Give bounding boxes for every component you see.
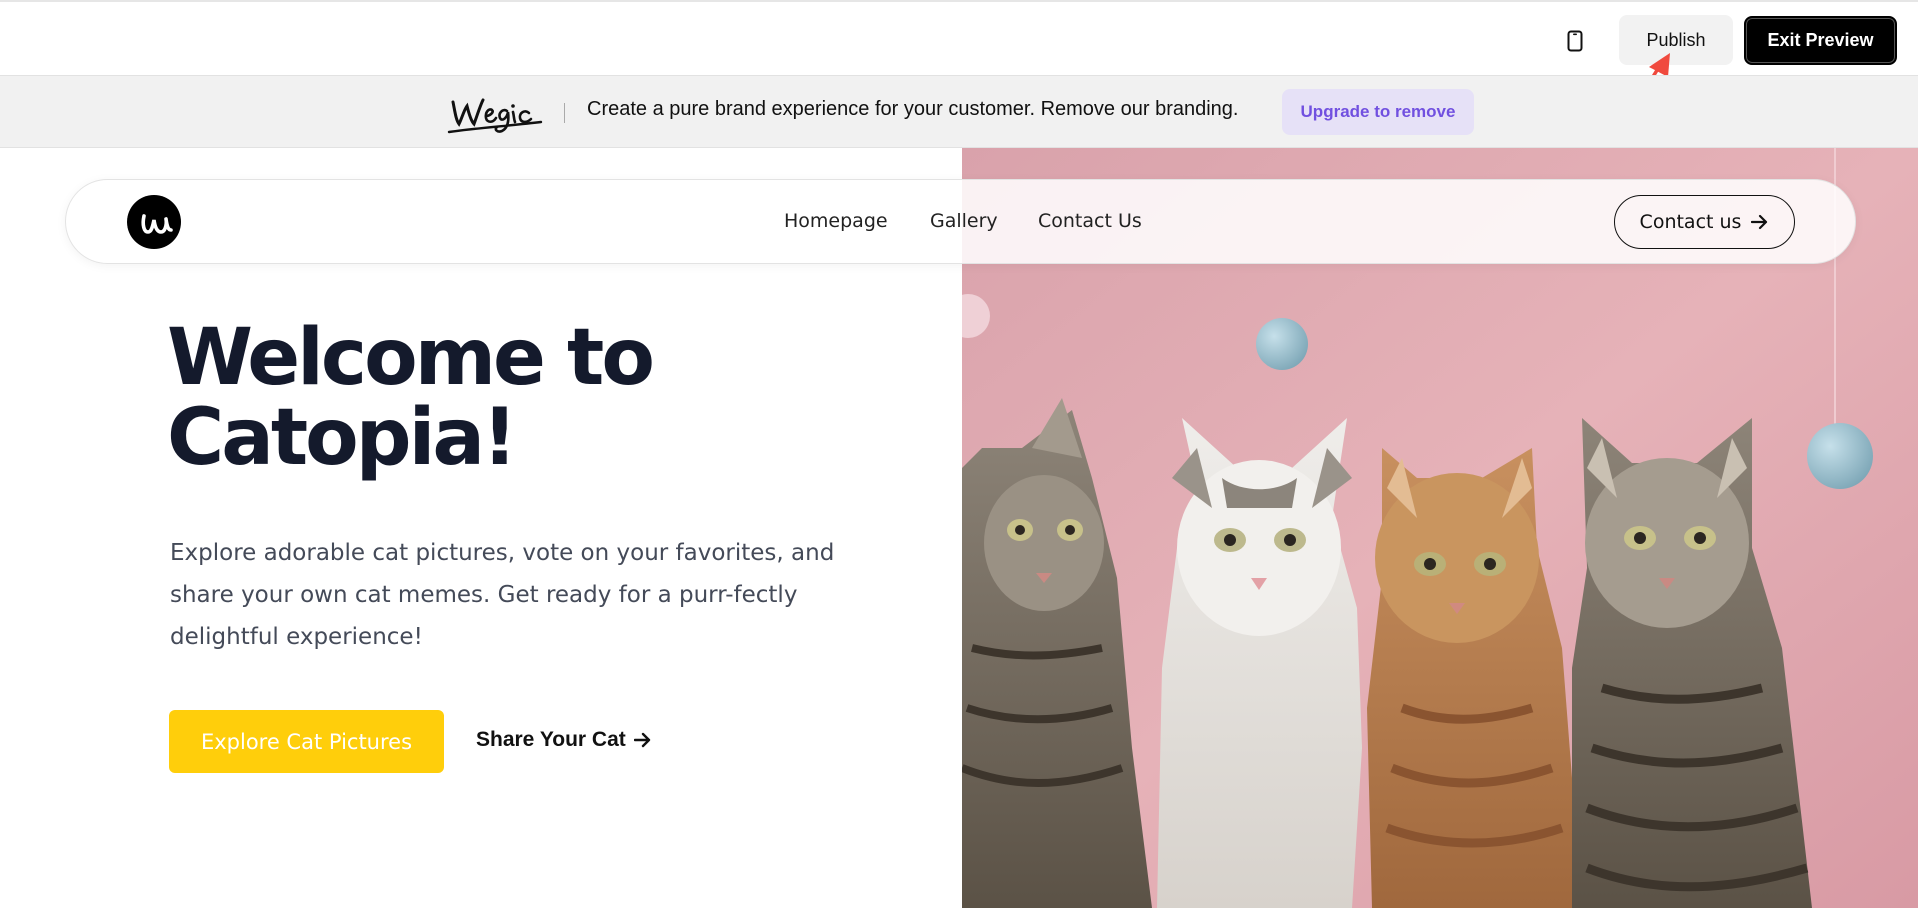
site-logo-icon[interactable]	[127, 195, 181, 249]
nav-link-homepage[interactable]: Homepage	[784, 210, 888, 232]
share-your-cat-label: Share Your Cat	[476, 728, 626, 751]
banner-divider	[564, 103, 565, 123]
hero-description: Explore adorable cat pictures, vote on y…	[170, 540, 835, 650]
wegic-logo-icon	[447, 98, 543, 134]
share-your-cat-link[interactable]: Share Your Cat	[476, 728, 652, 752]
nav-link-gallery[interactable]: Gallery	[930, 210, 998, 232]
contact-us-label: Contact us	[1639, 211, 1742, 233]
upgrade-to-remove-button[interactable]: Upgrade to remove	[1282, 89, 1474, 135]
preview-toolbar: Publish Exit Preview	[0, 0, 1918, 75]
hero-title-line2: Catopia!	[167, 393, 518, 483]
arrow-right-icon	[1751, 214, 1768, 230]
contact-us-button[interactable]: Contact us	[1614, 195, 1795, 249]
branding-message: Create a pure brand experience for your …	[587, 98, 1239, 120]
explore-cat-pictures-button[interactable]: Explore Cat Pictures	[169, 710, 444, 773]
hero-title-line1: Welcome to	[167, 313, 655, 403]
hero-title: Welcome to Catopia!	[167, 318, 927, 478]
publish-button[interactable]: Publish	[1619, 15, 1733, 65]
branding-banner: Create a pure brand experience for your …	[0, 75, 1918, 148]
site-navbar: Homepage Gallery Contact Us Contact us	[65, 179, 1856, 264]
exit-preview-button[interactable]: Exit Preview	[1744, 16, 1897, 65]
mobile-preview-icon[interactable]	[1561, 27, 1589, 55]
nav-link-contact-us[interactable]: Contact Us	[1038, 210, 1142, 232]
arrow-right-icon	[633, 732, 650, 748]
